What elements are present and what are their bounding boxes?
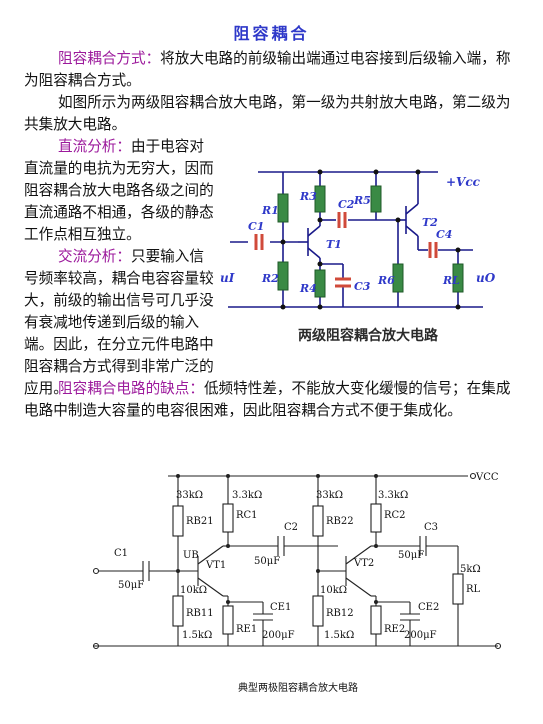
figure2-caption: 典型两极阻容耦合放大电路: [238, 681, 358, 694]
figure1-caption: 两级阻容耦合放大电路: [298, 327, 439, 344]
rb22-label: RB22: [326, 516, 354, 527]
ce1-label: CE1: [270, 602, 291, 613]
label-200u-b: 200μF: [404, 630, 437, 641]
t2-label: T2: [422, 216, 438, 229]
ui-label: uI: [220, 271, 235, 285]
rb12-label: RB12: [326, 608, 354, 619]
label-33k-a: 33kΩ: [176, 490, 203, 501]
c2-label2: C2: [284, 522, 298, 533]
label-3-3k-b: 3.3kΩ: [378, 490, 408, 501]
c1-label2: C1: [114, 548, 128, 559]
r2-label: R2: [261, 272, 279, 285]
ub-label: UB: [183, 550, 199, 561]
label-50u-a: 50μF: [118, 580, 144, 591]
page-title: 阻容耦合: [233, 24, 310, 43]
label-5k: 5kΩ: [460, 564, 481, 575]
label-50u-b: 50μF: [254, 556, 280, 567]
paragraph-coupling-definition: 阻容耦合方式：将放大电路的前级输出端通过电容接到后级输入端，称为阻容耦合方式。: [24, 48, 519, 92]
r6-label: R6: [377, 274, 395, 287]
vcc-label2: VCC: [475, 472, 499, 483]
rc1-label: RC1: [236, 510, 258, 521]
label-3-3k-a: 3.3kΩ: [232, 490, 262, 501]
term-dc-analysis: 直流分析：: [58, 138, 131, 155]
t1-label: T1: [326, 238, 342, 251]
term-ac-analysis: 交流分析：: [58, 248, 131, 265]
r1-label: R1: [261, 204, 279, 217]
label-50u-c: 50μF: [398, 550, 424, 561]
label-10k-b: 10kΩ: [320, 585, 347, 596]
r3-label: R3: [299, 190, 317, 203]
c1-label: C1: [248, 220, 264, 233]
rb11-label: RB11: [186, 608, 214, 619]
rc2-label: RC2: [384, 510, 406, 521]
c2-label: C2: [338, 198, 355, 211]
figure-typical-circuit: VCC 33kΩ RB21 3.3kΩ RC1 33kΩ RB22 3.3kΩ …: [92, 472, 502, 694]
vt1-label: VT1: [205, 560, 226, 571]
re1-label: RE1: [236, 624, 257, 635]
re2-label: RE2: [384, 624, 405, 635]
rl-label2: RL: [466, 584, 481, 595]
label-1-5k-a: 1.5kΩ: [182, 630, 212, 641]
r4-label: R4: [299, 282, 317, 295]
paragraph-figure-intro: 如图所示为两级阻容耦合放大电路，第一级为共射放大电路，第二级为共集放大电路。: [24, 92, 519, 136]
r5-label: R5: [353, 194, 371, 207]
term-drawbacks: 阻容耦合电路的缺点：: [58, 380, 204, 397]
label-200u-a: 200μF: [262, 630, 295, 641]
rl-label: RL: [442, 274, 460, 287]
figure-two-stage-circuit: +Vcc R1 R2 R3 R4 R5 R6 RL C1 C2 C3 C4 T1…: [220, 169, 496, 344]
rb21-label: RB21: [186, 516, 214, 527]
intro-text: 如图所示为两级阻容耦合放大电路，第一级为共射放大电路，第二级为共集放大电路。: [24, 94, 511, 133]
label-1-5k-b: 1.5kΩ: [324, 630, 354, 641]
c3-label: C3: [354, 280, 371, 293]
c3-label2: C3: [424, 522, 438, 533]
paragraph-analysis: 直流分析：由于电容对直流量的电抗为无穷大，因而阻容耦合放大电路各级之间的直流通路…: [24, 136, 218, 400]
paragraph-drawbacks: 阻容耦合电路的缺点：低频特性差，不能放大变化缓慢的信号；在集成电路中制造大容量的…: [24, 378, 519, 422]
ce2-label: CE2: [418, 602, 439, 613]
vcc-label: +Vcc: [446, 175, 481, 189]
label-33k-b: 33kΩ: [316, 490, 343, 501]
ac-analysis-text: 只要输入信号频率较高，耦合电容容量较大，前级的输出信号可几乎没有衰减地传递到后级…: [24, 248, 214, 397]
uo-label: uO: [476, 271, 496, 285]
vt2-label: VT2: [353, 558, 374, 569]
term-coupling: 阻容耦合方式：: [58, 50, 161, 67]
c4-label: C4: [436, 228, 452, 241]
label-10k-a: 10kΩ: [180, 585, 207, 596]
